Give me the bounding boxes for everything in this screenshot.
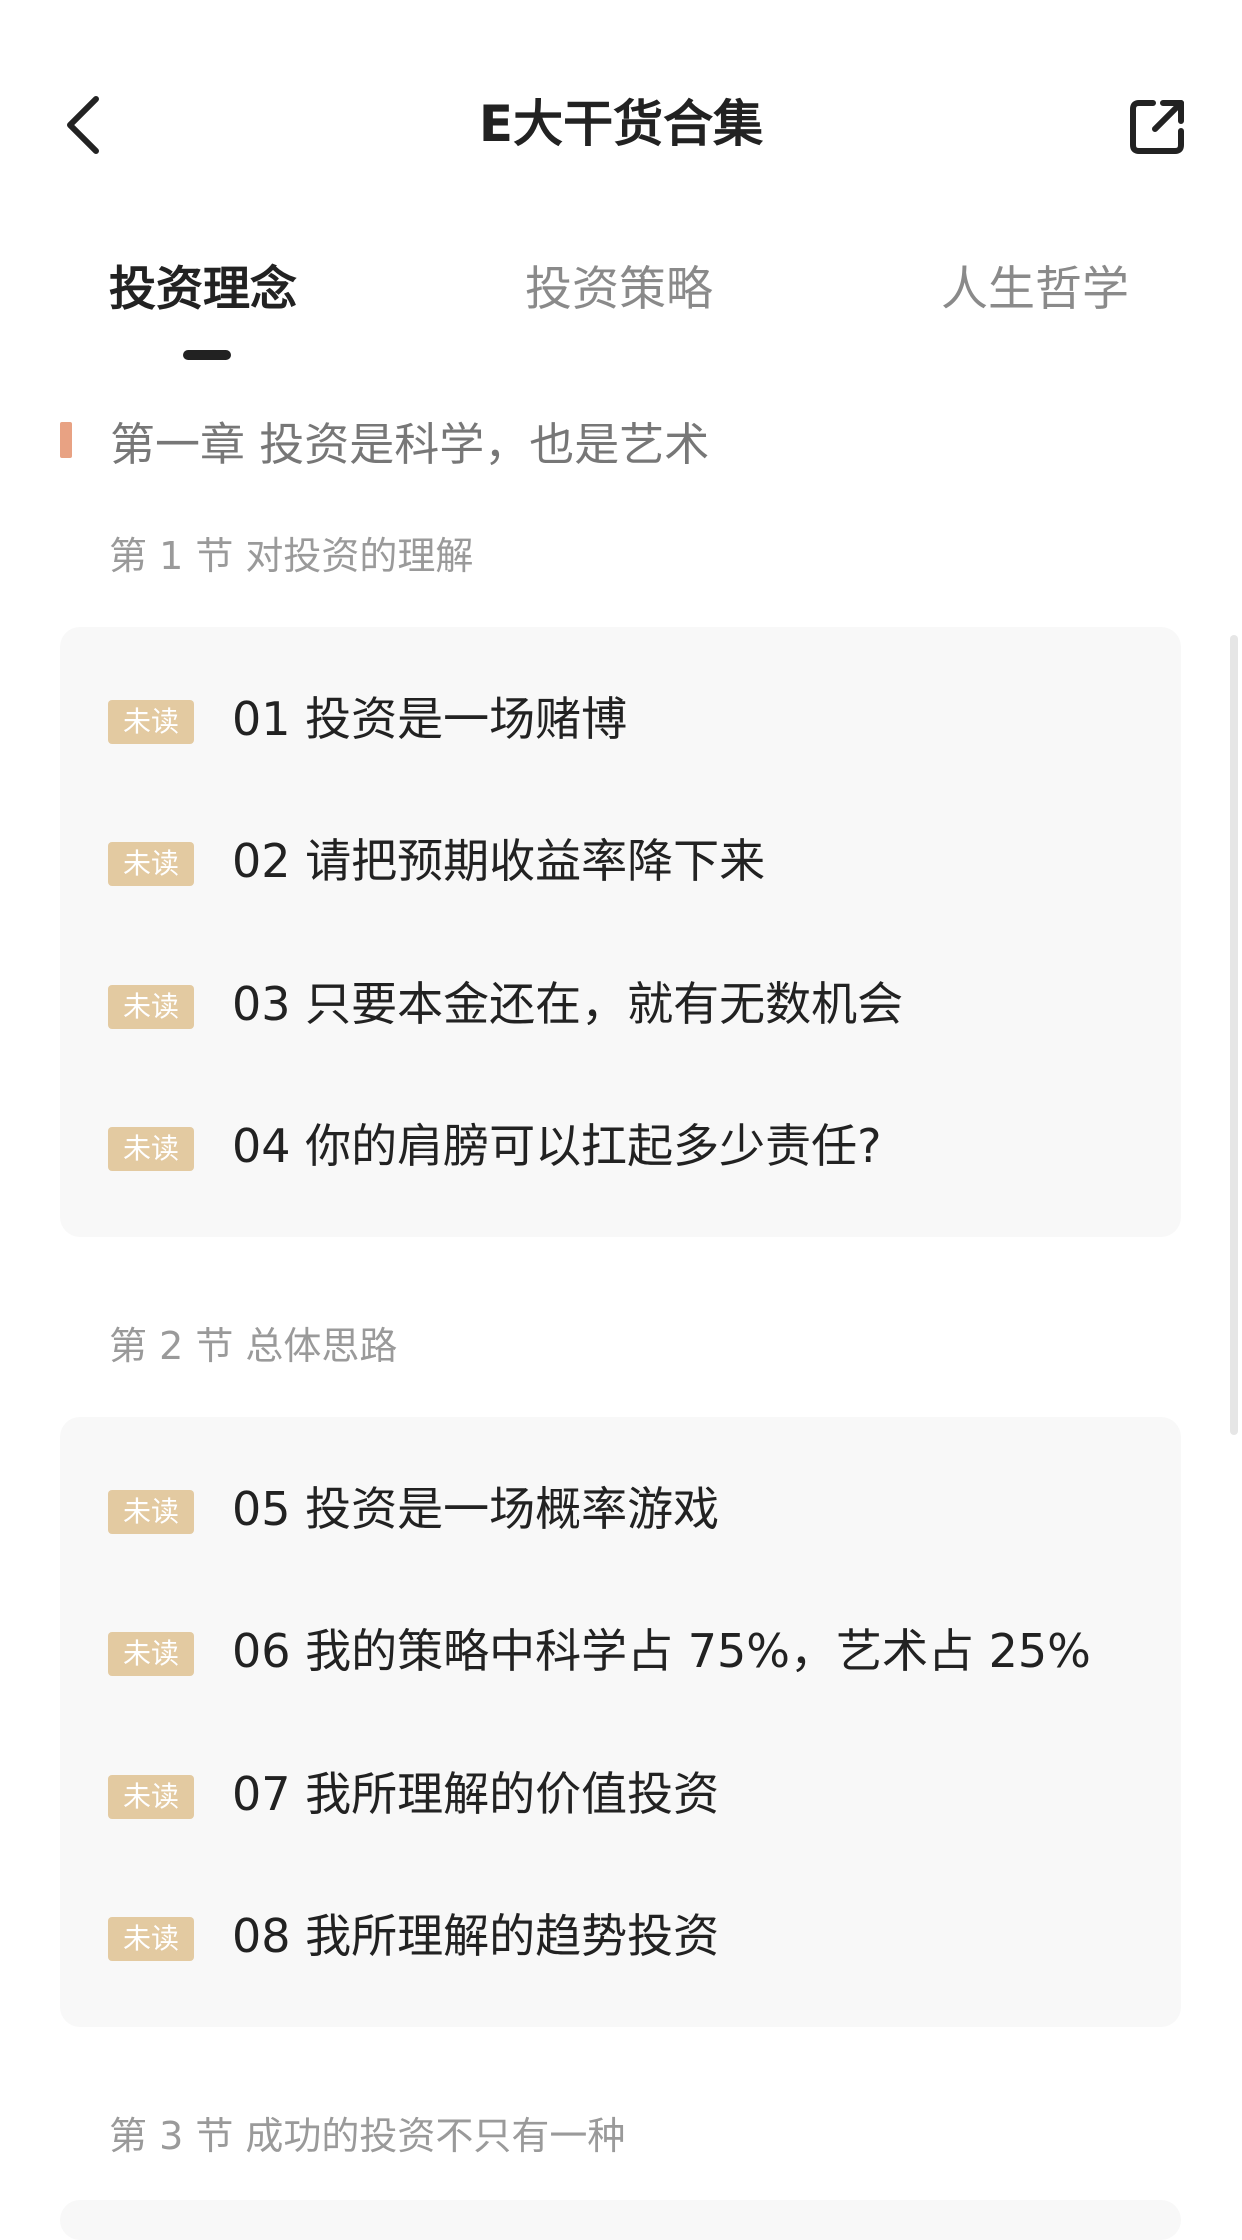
section-title: 第 3 节 成功的投资不只有一种 bbox=[109, 2114, 626, 2158]
list-item[interactable]: 未读 03 只要本金还在，就有无数机会 bbox=[60, 932, 1181, 1074]
scrollbar[interactable] bbox=[1230, 635, 1238, 1435]
section-card: 未读 05 投资是一场概率游戏 未读 06 我的策略中科学占 75%，艺术占 2… bbox=[60, 1417, 1181, 2027]
section-card bbox=[60, 2200, 1181, 2240]
active-tab-indicator bbox=[183, 350, 231, 360]
item-title: 01 投资是一场赌博 bbox=[232, 692, 628, 746]
share-external-icon bbox=[1130, 100, 1184, 154]
item-title: 02 请把预期收益率降下来 bbox=[232, 834, 766, 888]
unread-badge: 未读 bbox=[108, 1917, 194, 1961]
tab-investment-strategy[interactable]: 投资策略 bbox=[525, 250, 713, 330]
unread-badge: 未读 bbox=[108, 985, 194, 1029]
item-title: 04 你的肩膀可以扛起多少责任? bbox=[232, 1119, 882, 1173]
list-item[interactable]: 未读 06 我的策略中科学占 75%，艺术占 25% bbox=[60, 1579, 1181, 1721]
unread-badge: 未读 bbox=[108, 1490, 194, 1534]
list-item[interactable]: 未读 02 请把预期收益率降下来 bbox=[60, 789, 1181, 931]
tab-bar: 投资理念 投资策略 人生哲学 bbox=[0, 250, 1242, 370]
unread-badge: 未读 bbox=[108, 700, 194, 744]
item-title: 05 投资是一场概率游戏 bbox=[232, 1482, 720, 1536]
list-item[interactable]: 未读 07 我所理解的价值投资 bbox=[60, 1722, 1181, 1864]
list-item[interactable]: 未读 04 你的肩膀可以扛起多少责任? bbox=[60, 1074, 1181, 1216]
tab-investment-philosophy[interactable]: 投资理念 bbox=[109, 250, 297, 330]
navigation-bar: E大干货合集 bbox=[0, 0, 1242, 200]
list-item[interactable]: 未读 01 投资是一场赌博 bbox=[60, 647, 1181, 789]
item-title: 08 我所理解的趋势投资 bbox=[232, 1909, 720, 1963]
share-button[interactable] bbox=[1112, 82, 1202, 172]
section-title: 第 2 节 总体思路 bbox=[109, 1324, 398, 1368]
unread-badge: 未读 bbox=[108, 1632, 194, 1676]
list-item[interactable]: 未读 05 投资是一场概率游戏 bbox=[60, 1437, 1181, 1579]
chapter-header: 第一章 投资是科学，也是艺术 bbox=[60, 405, 709, 475]
item-title: 06 我的策略中科学占 75%，艺术占 25% bbox=[232, 1624, 1091, 1678]
section-card: 未读 01 投资是一场赌博 未读 02 请把预期收益率降下来 未读 03 只要本… bbox=[60, 627, 1181, 1237]
tab-life-philosophy[interactable]: 人生哲学 bbox=[941, 250, 1129, 330]
chapter-marker bbox=[60, 422, 72, 458]
section-title: 第 1 节 对投资的理解 bbox=[109, 534, 474, 578]
unread-badge: 未读 bbox=[108, 1127, 194, 1171]
unread-badge: 未读 bbox=[108, 842, 194, 886]
list-item[interactable]: 未读 08 我所理解的趋势投资 bbox=[60, 1864, 1181, 2006]
page-title: E大干货合集 bbox=[478, 95, 764, 153]
item-title: 03 只要本金还在，就有无数机会 bbox=[232, 977, 904, 1031]
chapter-title: 第一章 投资是科学，也是艺术 bbox=[110, 417, 710, 471]
unread-badge: 未读 bbox=[108, 1775, 194, 1819]
item-title: 07 我所理解的价值投资 bbox=[232, 1767, 720, 1821]
